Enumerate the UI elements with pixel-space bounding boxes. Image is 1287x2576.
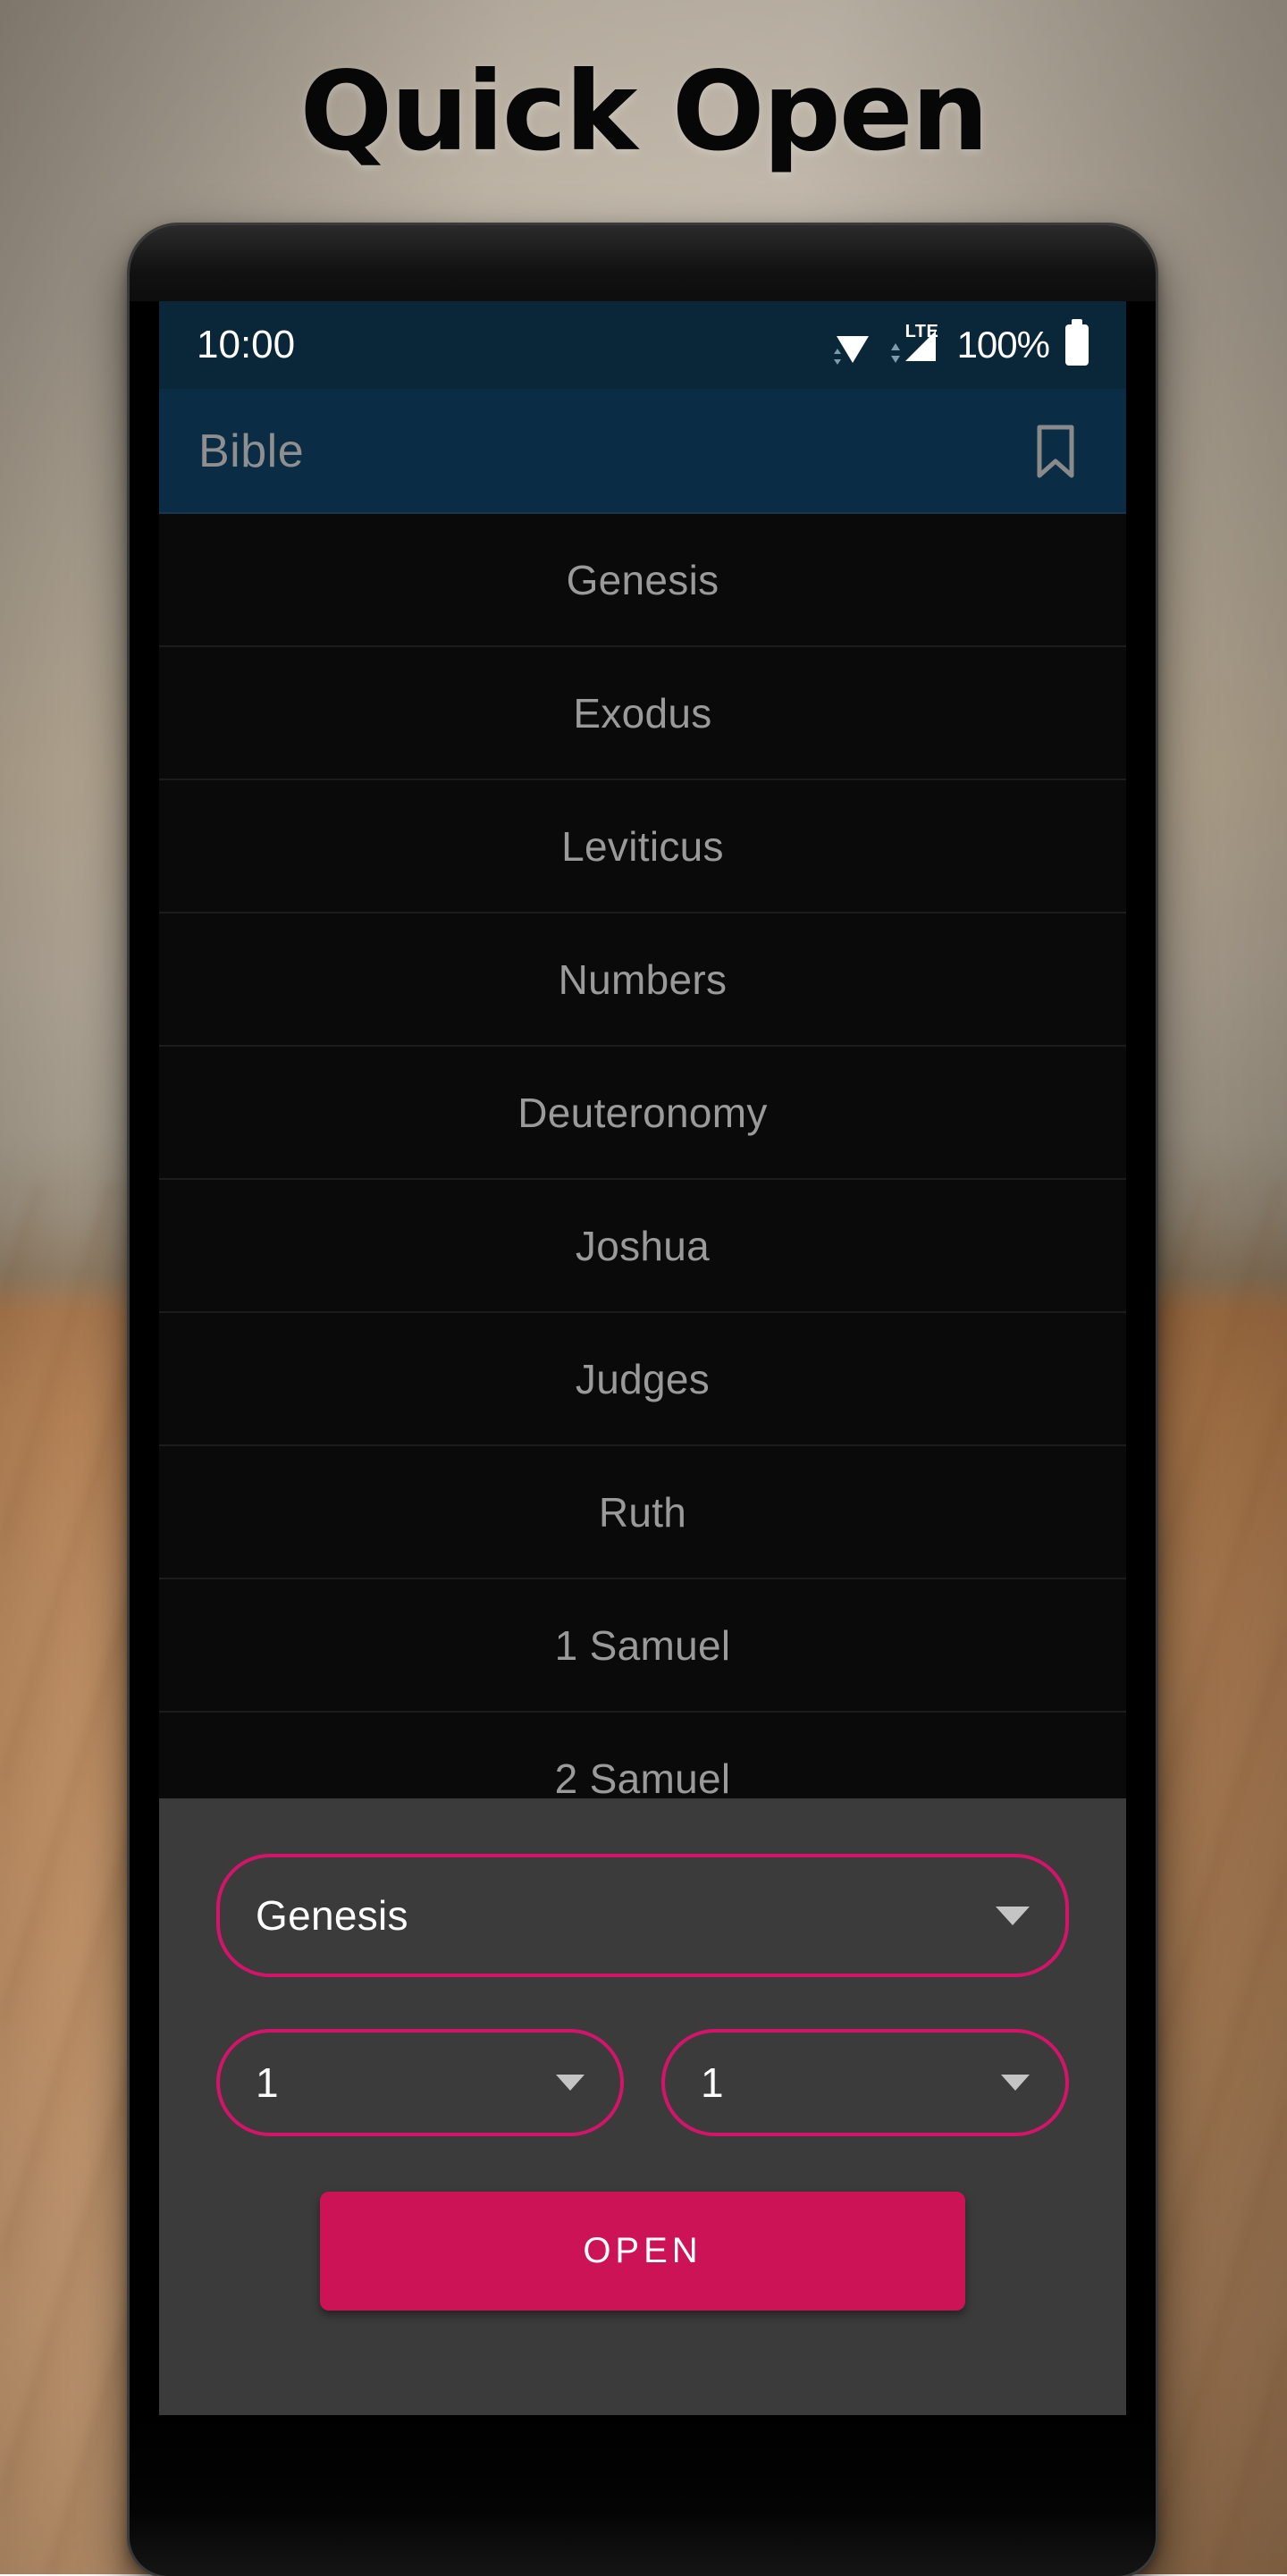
chevron-down-icon (996, 1907, 1030, 1925)
status-bar-icons: LTE 100% (829, 324, 1089, 366)
battery-percent-label: 100% (957, 324, 1049, 366)
list-item[interactable]: Genesis (159, 514, 1126, 647)
list-item[interactable]: 2 Samuel (159, 1713, 1126, 1798)
page-title: Quick Open (0, 48, 1287, 175)
book-select[interactable]: Genesis (216, 1854, 1069, 1977)
quick-open-panel: Genesis 1 1 OPEN (159, 1798, 1126, 2415)
phone-bottom-bezel (130, 2415, 1156, 2576)
verse-select-value: 1 (701, 2058, 724, 2107)
book-select-value: Genesis (256, 1891, 408, 1940)
chapter-verse-row: 1 1 (216, 2029, 1069, 2136)
chevron-down-icon (556, 2075, 585, 2091)
chevron-down-icon (1001, 2075, 1030, 2091)
app-viewport: 10:00 (159, 301, 1126, 2415)
battery-icon (1065, 324, 1089, 366)
bookmark-icon[interactable] (1024, 418, 1087, 484)
list-item[interactable]: Deuteronomy (159, 1047, 1126, 1180)
list-item[interactable]: Ruth (159, 1446, 1126, 1579)
open-button[interactable]: OPEN (320, 2192, 965, 2311)
app-bar-title: Bible (198, 425, 304, 478)
list-item[interactable]: Judges (159, 1313, 1126, 1446)
list-item[interactable]: Leviticus (159, 780, 1126, 913)
lte-signal-icon: LTE (889, 324, 945, 366)
book-list[interactable]: Genesis Exodus Leviticus Numbers Deutero… (159, 514, 1126, 1798)
chapter-select[interactable]: 1 (216, 2029, 624, 2136)
verse-select[interactable]: 1 (661, 2029, 1069, 2136)
list-item[interactable]: Joshua (159, 1180, 1126, 1313)
lte-label: LTE (905, 322, 939, 342)
app-bar: Bible (159, 389, 1126, 514)
status-bar: 10:00 (159, 301, 1126, 389)
list-item[interactable]: Exodus (159, 647, 1126, 780)
list-item[interactable]: Numbers (159, 913, 1126, 1047)
wifi-icon (829, 324, 877, 366)
status-bar-clock: 10:00 (197, 323, 295, 367)
phone-screen: 10:00 (130, 301, 1156, 2415)
chapter-select-value: 1 (256, 2058, 279, 2107)
list-item[interactable]: 1 Samuel (159, 1579, 1126, 1713)
phone-device-frame: 10:00 (130, 225, 1156, 2576)
